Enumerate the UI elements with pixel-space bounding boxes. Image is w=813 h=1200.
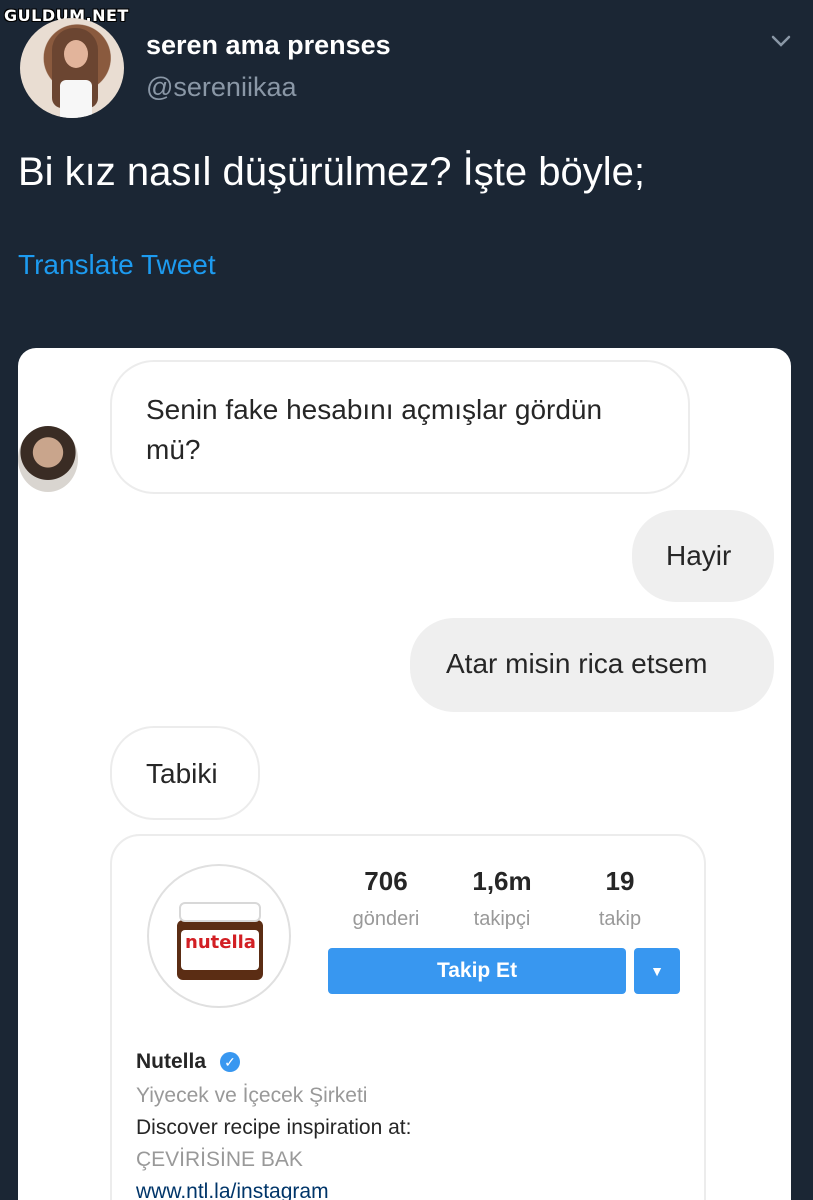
display-name[interactable]: seren ama prenses xyxy=(146,30,391,61)
chevron-down-icon[interactable] xyxy=(770,30,792,52)
follow-button[interactable]: Takip Et xyxy=(328,948,626,994)
translate-tweet-link[interactable]: Translate Tweet xyxy=(18,249,216,281)
user-avatar[interactable] xyxy=(20,18,124,118)
shared-profile-card[interactable]: nutella 706 gönderi 1,6m takipçi 19 taki… xyxy=(110,834,706,1200)
following-label: takip xyxy=(598,908,642,930)
sender-avatar xyxy=(18,426,78,492)
followers-label: takipçi xyxy=(473,908,531,930)
user-handle[interactable]: @sereniikaa xyxy=(146,72,296,103)
dropdown-arrow-icon[interactable]: ▼ xyxy=(634,948,680,994)
posts-label: gönderi xyxy=(352,908,420,930)
verified-badge-icon: ✓ xyxy=(220,1052,240,1072)
message-bubble-outgoing: Atar misin rica etsem xyxy=(410,618,774,712)
followers-count: 1,6m xyxy=(472,866,532,896)
message-bubble-outgoing: Hayir xyxy=(632,510,774,602)
message-bubble-incoming: Tabiki xyxy=(110,726,260,820)
logo-text: nutella xyxy=(185,932,256,953)
following-count: 19 xyxy=(605,866,635,896)
translate-bio-link[interactable]: ÇEVİRİSİNE BAK xyxy=(136,1148,303,1172)
tweet-text: Bi kız nasıl düşürülmez? İşte böyle; xyxy=(18,150,645,194)
profile-link[interactable]: www.ntl.la/instagram xyxy=(136,1180,329,1200)
message-bubble-incoming: Senin fake hesabını açmışlar gördün mü? xyxy=(110,360,690,494)
profile-bio: Discover recipe inspiration at: xyxy=(136,1116,412,1139)
profile-name: Nutella xyxy=(136,1050,207,1073)
posts-count: 706 xyxy=(364,866,408,896)
profile-category: Yiyecek ve İçecek Şirketi xyxy=(136,1084,368,1107)
tweet-image[interactable]: Senin fake hesabını açmışlar gördün mü? … xyxy=(18,348,791,1200)
profile-picture: nutella xyxy=(147,864,291,1008)
